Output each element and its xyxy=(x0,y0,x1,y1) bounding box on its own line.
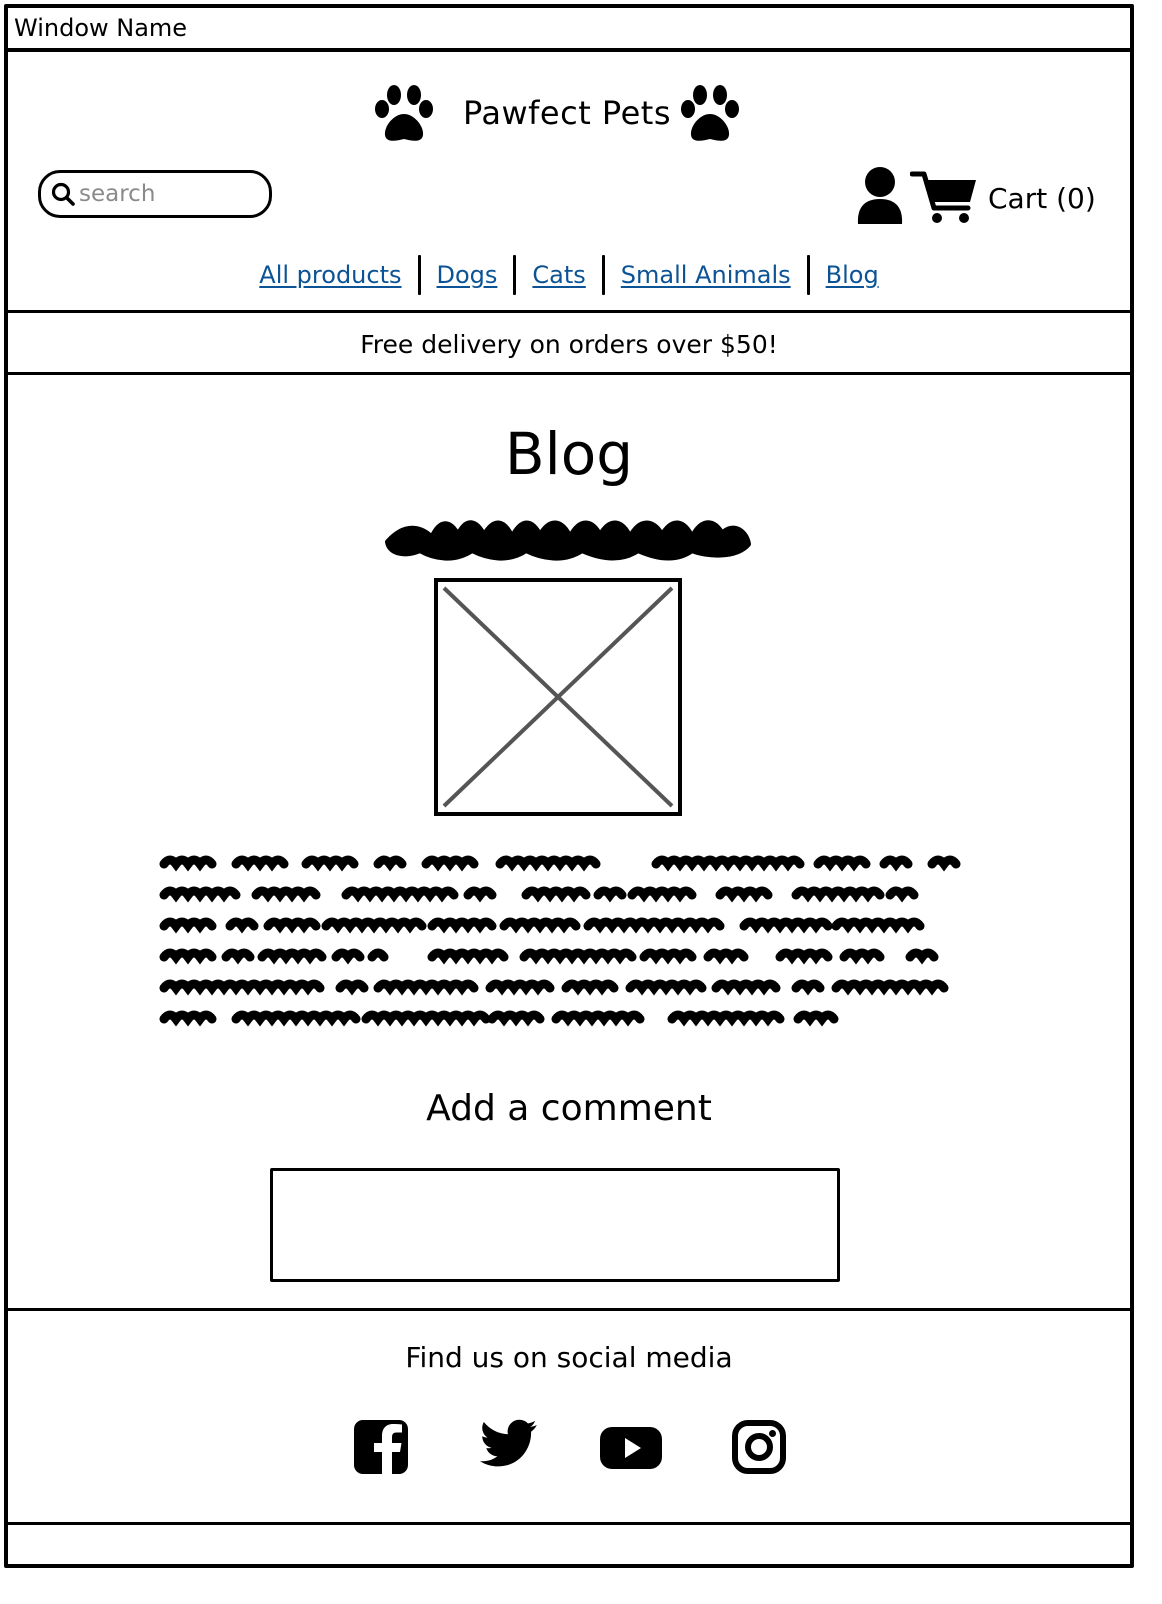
nav-link-blog[interactable]: Blog xyxy=(810,258,895,292)
footer-heading: Find us on social media xyxy=(405,1341,733,1374)
nav-link-small-animals[interactable]: Small Animals xyxy=(605,258,807,292)
instagram-icon[interactable] xyxy=(730,1414,788,1480)
paw-icon xyxy=(681,85,739,141)
bottom-divider xyxy=(8,1522,1130,1525)
blog-image-placeholder xyxy=(434,578,682,816)
main-nav: All products Dogs Cats Small Animals Blo… xyxy=(8,252,1130,298)
banner-divider xyxy=(8,372,1130,375)
facebook-icon[interactable] xyxy=(352,1414,410,1480)
search-bar[interactable] xyxy=(38,170,272,218)
search-icon[interactable] xyxy=(49,180,77,208)
window-titlebar: Window Name xyxy=(8,8,1130,52)
search-input[interactable] xyxy=(79,181,249,207)
window-title: Window Name xyxy=(14,14,188,42)
cart-icon[interactable] xyxy=(910,170,980,226)
browser-window: Window Name Pawfect Pets search Cart (0)… xyxy=(4,4,1134,1568)
brand-name: Pawfect Pets xyxy=(463,94,671,132)
youtube-icon[interactable] xyxy=(598,1414,664,1480)
user-icon[interactable] xyxy=(854,166,906,226)
footer-divider xyxy=(8,1308,1130,1311)
header-divider xyxy=(8,310,1130,313)
twitter-icon[interactable] xyxy=(478,1414,540,1480)
nav-link-all-products[interactable]: All products xyxy=(243,258,417,292)
comment-input[interactable] xyxy=(270,1168,840,1282)
nav-link-dogs[interactable]: Dogs xyxy=(421,258,514,292)
blog-post-body-scribble xyxy=(159,855,961,1027)
blog-post-title-scribble xyxy=(385,520,751,561)
promo-banner: Free delivery on orders over $50! xyxy=(360,330,778,359)
site-logo[interactable]: Pawfect Pets xyxy=(372,84,762,148)
nav-link-cats[interactable]: Cats xyxy=(516,258,601,292)
paw-icon xyxy=(375,85,433,141)
page-title: Blog xyxy=(504,420,634,488)
comment-heading: Add a comment xyxy=(426,1088,712,1129)
cart-label[interactable]: Cart (0) xyxy=(988,181,1096,217)
